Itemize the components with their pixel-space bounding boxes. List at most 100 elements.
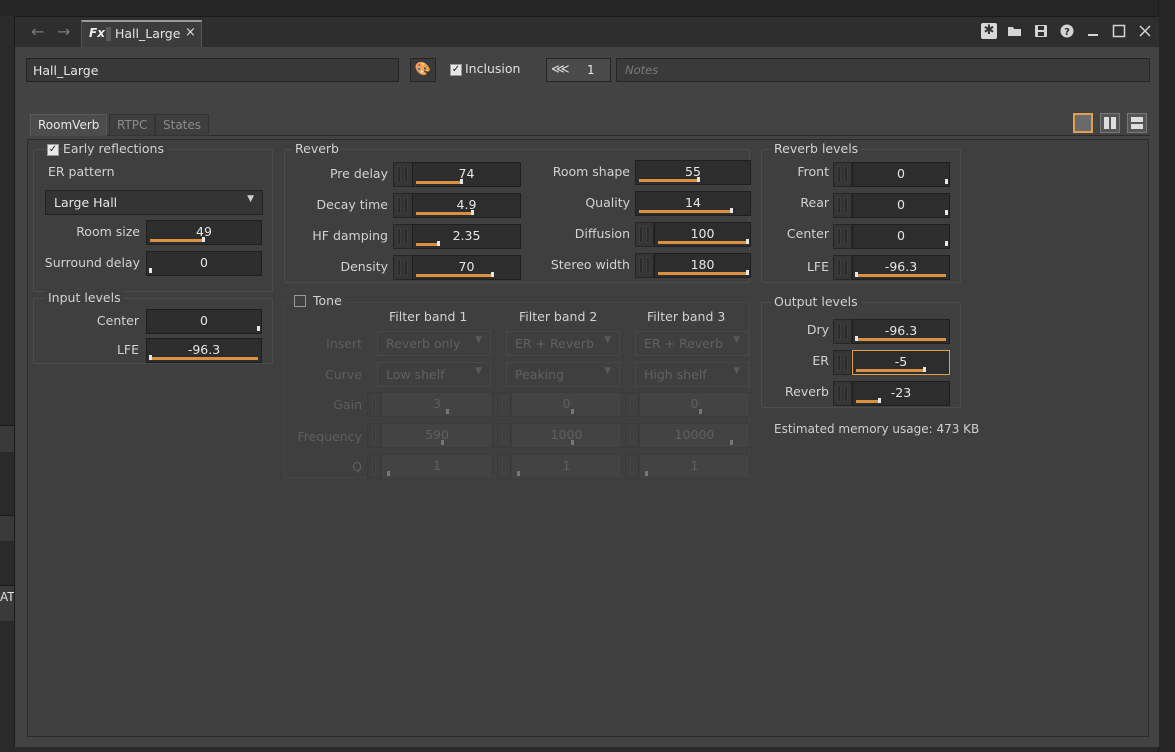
diffusion-slider[interactable]: 100 — [654, 222, 751, 247]
front-rtpc[interactable] — [833, 162, 852, 187]
share-count-field[interactable]: ⋘ 1 — [546, 58, 611, 82]
room-shape-slider[interactable]: 55 — [635, 160, 751, 185]
band3-gain-slider[interactable]: 0 — [639, 392, 750, 417]
slider-fill — [856, 274, 946, 277]
band2-q-slider[interactable]: 1 — [511, 454, 622, 479]
tab-rtpc[interactable]: RTPC — [109, 114, 156, 136]
lfe-rtpc[interactable] — [833, 255, 852, 280]
band1-frequency-slider[interactable]: 590 — [381, 423, 493, 448]
hf-damping-slider[interactable]: 2.35 — [412, 224, 521, 249]
lfe-slider[interactable]: -96.3 — [852, 255, 950, 280]
er-pattern-dropdown[interactable]: Large Hall ▼ — [45, 190, 263, 215]
input-center-slider[interactable]: 0 — [146, 309, 262, 334]
minimize-icon[interactable] — [1085, 23, 1101, 39]
decay-time-slider[interactable]: 4.9 — [412, 193, 521, 218]
save-icon[interactable] — [1033, 23, 1049, 39]
frequency-label: Frequency — [297, 429, 362, 444]
center-rtpc[interactable] — [833, 224, 852, 249]
band2-frequency-slider[interactable]: 1000 — [511, 423, 622, 448]
band3-gain-value: 0 — [690, 396, 699, 411]
density-rtpc[interactable] — [393, 255, 413, 280]
filter-band-3-title: Filter band 3 — [647, 309, 726, 324]
pre-delay-rtpc[interactable] — [393, 162, 413, 187]
maximize-icon[interactable] — [1111, 23, 1127, 39]
reverb-output-slider[interactable]: -23 — [852, 381, 950, 406]
band1-gain-rtpc[interactable] — [367, 392, 381, 417]
dry-value: -96.3 — [884, 323, 918, 338]
band1-insert-dropdown[interactable]: Reverb only ▼ — [377, 331, 491, 356]
help-icon[interactable]: ? — [1059, 23, 1075, 39]
hf-damping-rtpc[interactable] — [393, 224, 413, 249]
tab-close-icon[interactable]: × — [185, 25, 196, 40]
band1-curve-value: Low shelf — [386, 367, 445, 382]
front-slider[interactable]: 0 — [852, 162, 950, 187]
decay-time-rtpc[interactable] — [393, 193, 413, 218]
er-slider[interactable]: -5 — [852, 350, 950, 375]
chevron-down-icon: ▼ — [475, 335, 482, 345]
dry-slider[interactable]: -96.3 — [852, 319, 950, 344]
stereo-width-label: Stereo width — [550, 257, 630, 272]
quality-value: 14 — [685, 195, 701, 210]
surround-delay-slider[interactable]: 0 — [146, 251, 262, 276]
stereo-width-slider[interactable]: 180 — [654, 253, 751, 278]
reverb-output-rtpc[interactable] — [833, 381, 852, 406]
early-reflections-checkbox[interactable]: ✓ — [47, 144, 59, 156]
inclusion-checkbox[interactable]: ✓ — [450, 64, 462, 76]
editor-tab[interactable]: Fx Hall_Large × — [81, 20, 202, 47]
band3-q-rtpc[interactable] — [625, 454, 639, 479]
band3-insert-dropdown[interactable]: ER + Reverb ▼ — [635, 331, 749, 356]
density-slider[interactable]: 70 — [412, 255, 521, 280]
diffusion-rtpc[interactable] — [635, 222, 654, 247]
input-lfe-slider[interactable]: -96.3 — [146, 338, 262, 363]
close-icon[interactable] — [1137, 23, 1153, 39]
band2-frequency-rtpc[interactable] — [497, 423, 511, 448]
layout-columns-button[interactable] — [1100, 113, 1120, 133]
stereo-width-value: 180 — [690, 257, 715, 272]
slider-knob — [922, 367, 926, 372]
band3-curve-dropdown[interactable]: High shelf ▼ — [635, 362, 749, 387]
slider-fill — [639, 210, 731, 213]
band3-frequency-slider[interactable]: 10000 — [639, 423, 750, 448]
chevron-down-icon: ▼ — [604, 335, 611, 345]
band2-insert-dropdown[interactable]: ER + Reverb ▼ — [506, 331, 620, 356]
color-palette-button[interactable]: 🎨 — [410, 58, 436, 82]
band1-gain-slider[interactable]: 3 — [381, 392, 493, 417]
front-value: 0 — [897, 166, 905, 181]
er-rtpc[interactable] — [833, 350, 852, 375]
band1-q-rtpc[interactable] — [367, 454, 381, 479]
band2-curve-dropdown[interactable]: Peaking ▼ — [506, 362, 620, 387]
folder-open-icon[interactable] — [1007, 23, 1023, 39]
band2-gain-slider[interactable]: 0 — [511, 392, 622, 417]
band3-gain-rtpc[interactable] — [625, 392, 639, 417]
center-slider[interactable]: 0 — [852, 224, 950, 249]
pin-icon[interactable]: ✱ — [981, 23, 997, 39]
pre-delay-slider[interactable]: 74 — [412, 162, 521, 187]
layout-single-button[interactable] — [1073, 113, 1093, 133]
left-panel-strip — [0, 515, 14, 541]
window-body: Hall_Large 🎨 ✓ Inclusion ⋘ 1 Notes RoomV… — [15, 47, 1159, 747]
back-arrow-icon[interactable]: ← — [31, 22, 44, 41]
stereo-width-rtpc[interactable] — [635, 253, 654, 278]
band3-frequency-rtpc[interactable] — [625, 423, 639, 448]
tab-roomverb[interactable]: RoomVerb — [30, 114, 108, 136]
tab-states[interactable]: States — [155, 114, 210, 136]
band1-frequency-rtpc[interactable] — [367, 423, 381, 448]
tone-checkbox[interactable] — [294, 295, 306, 307]
quality-slider[interactable]: 14 — [635, 191, 751, 216]
dry-rtpc[interactable] — [833, 319, 852, 344]
effect-name-field[interactable]: Hall_Large — [26, 58, 399, 82]
band2-gain-rtpc[interactable] — [497, 392, 511, 417]
room-size-slider[interactable]: 49 — [146, 220, 262, 245]
layout-rows-button[interactable] — [1127, 113, 1147, 133]
notes-field[interactable]: Notes — [616, 58, 1150, 82]
tab-grip — [106, 27, 111, 41]
band1-curve-dropdown[interactable]: Low shelf ▼ — [377, 362, 491, 387]
rear-slider[interactable]: 0 — [852, 193, 950, 218]
slider-knob — [877, 398, 881, 403]
forward-arrow-icon[interactable]: → — [57, 22, 70, 41]
band2-q-rtpc[interactable] — [497, 454, 511, 479]
band3-q-slider[interactable]: 1 — [639, 454, 750, 479]
slider-knob — [855, 336, 858, 341]
band1-q-slider[interactable]: 1 — [381, 454, 493, 479]
rear-rtpc[interactable] — [833, 193, 852, 218]
